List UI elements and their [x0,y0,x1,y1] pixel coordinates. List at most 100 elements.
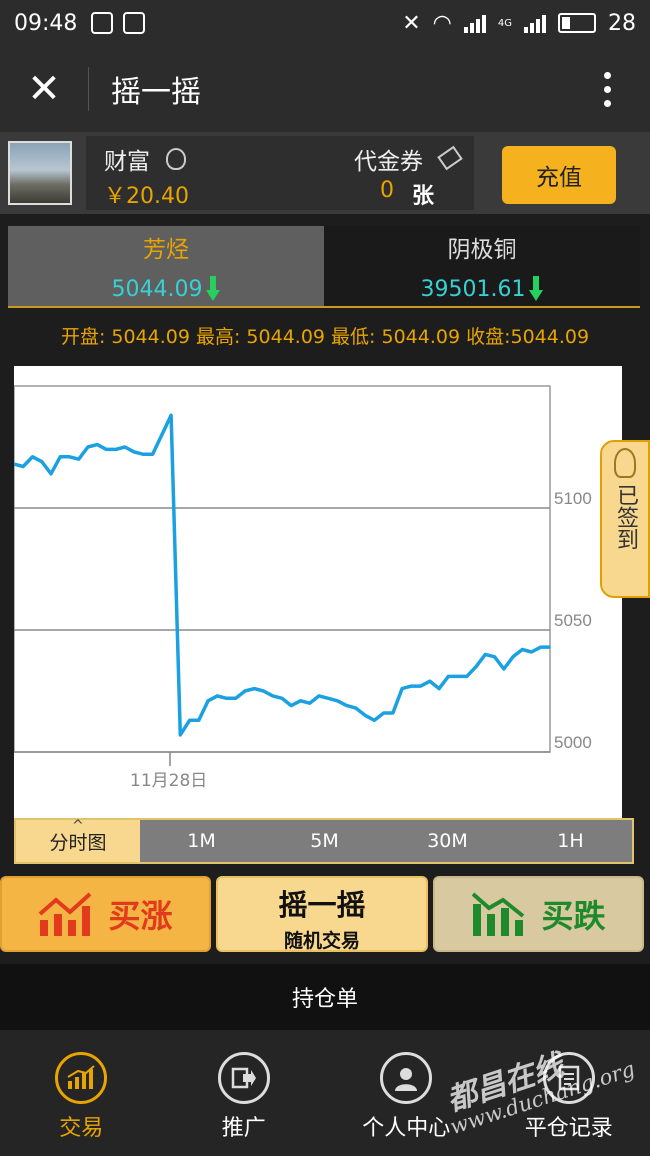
wallet-bar: 财富 ￥20.40 代金券 0 张 充值 [0,132,650,214]
chart-point [327,697,330,700]
tab-aromatics-price-row: 5044.09 [8,276,324,302]
nav-bar: ✕ 摇一摇 [0,46,650,132]
period-30m[interactable]: 30M [386,820,509,862]
chart-point [410,685,413,687]
status-time: 09:48 [14,10,78,36]
commodity-tabs: 芳烃 5044.09 阴极铜 39501.61 [8,226,640,308]
chart-point [308,702,311,704]
medal-icon [614,448,636,478]
chart-point [438,687,440,690]
more-menu-icon[interactable] [582,46,632,132]
chart-point [540,646,542,648]
chart-point [40,460,43,463]
share-icon [217,1052,270,1104]
nav-promote-label: 推广 [221,1116,266,1141]
nav-profile[interactable]: 个人中心 [325,1030,488,1156]
chart-point [475,665,477,668]
signin-tab[interactable]: 已签到 [600,440,650,598]
chart-point [429,680,431,682]
signal-icon-2 [524,13,546,33]
trend-up-icon [39,892,92,936]
period-1m[interactable]: 1M [140,820,263,862]
buy-up-label: 买涨 [108,897,173,935]
chart-point [290,704,293,707]
buy-up-button[interactable]: 买涨 [0,876,211,952]
buy-down-button[interactable]: 买跌 [433,876,644,952]
trade-chart-icon [55,1052,108,1104]
chart-y-tick-label: 5000 [554,733,592,752]
positions-button[interactable]: 持仓单 [0,964,650,1030]
price-down-arrow-icon [206,276,221,302]
nav-profile-label: 个人中心 [362,1116,451,1141]
chart-point [87,446,89,448]
chart-point [512,656,514,658]
chart-y-tick-label: 5100 [554,489,592,508]
nav-close-records-label: 平仓记录 [524,1116,613,1141]
chart-point [493,656,496,658]
avatar[interactable] [8,141,72,205]
chart-point [68,456,71,458]
chart-point [253,687,256,690]
chart-point [484,653,487,656]
chart-point [530,651,533,653]
chart-point [114,448,117,451]
records-icon [542,1052,595,1104]
chart-point [373,719,376,722]
chart-point [31,456,34,458]
mute-icon: ✕ [402,10,421,36]
moneybag-icon [166,148,186,170]
status-bar: 09:48 ✕ ◠ 4G 28 [0,0,650,46]
chart-series-line [14,413,550,737]
signal-icon [463,13,486,33]
chart-point [401,687,403,690]
chart-point [272,695,274,697]
chart-point [77,458,80,460]
wealth-label: 财富 [104,149,150,175]
shake-main-label: 摇一摇 [278,888,366,922]
chart-point [447,675,450,678]
chart-point [105,448,108,451]
chart-point [262,690,265,692]
chart-point [549,646,551,648]
close-icon[interactable]: ✕ [0,46,88,132]
user-icon [380,1052,433,1104]
page-title: 摇一摇 [111,75,201,110]
tab-copper-price-row: 39501.61 [324,276,640,302]
tab-copper-price: 39501.61 [420,276,526,302]
period-1h[interactable]: 1H [509,820,632,862]
image-notification-icon [123,12,146,34]
chart-point [133,451,135,453]
nav-trade[interactable]: 交易 [0,1030,163,1156]
tab-copper[interactable]: 阴极铜 39501.61 [324,226,640,306]
nav-promote[interactable]: 推广 [163,1030,326,1156]
price-chart[interactable]: 5000 5050 5100 11月28日 [14,366,622,818]
recharge-button[interactable]: 充值 [502,146,616,204]
chart-point [151,453,154,456]
chart-point [382,712,385,714]
period-timeshare[interactable]: 分时图 [16,818,140,862]
chart-point [96,443,98,446]
buy-down-label: 买跌 [541,897,606,935]
chart-point [355,707,357,709]
chart-point [419,685,422,687]
trade-buttons: 买涨 摇一摇 随机交易 买跌 [0,874,650,954]
chart-point [466,675,468,678]
chart-point [364,714,367,717]
nav-close-records[interactable]: 平仓记录 [488,1030,650,1156]
chart-point [161,434,163,436]
chart-point [392,712,394,714]
chart-point [124,446,126,448]
ohlc-summary: 开盘: 5044.09 最高: 5044.09 最低: 5044.09 收盘:5… [60,326,590,348]
chart-point [281,697,283,700]
chart-point [235,697,237,700]
period-5m[interactable]: 5M [263,820,386,862]
chart-point [198,719,200,722]
trend-down-icon [472,892,525,936]
chart-point [225,697,228,700]
nav-divider [88,67,89,111]
coupon-unit: 张 [412,184,435,209]
price-down-arrow-icon [529,276,544,302]
shake-trade-button[interactable]: 摇一摇 随机交易 [216,876,428,952]
tab-aromatics[interactable]: 芳烃 5044.09 [8,226,324,306]
bottom-nav: 交易 推广 个人中心 平仓记录 [0,1030,650,1156]
